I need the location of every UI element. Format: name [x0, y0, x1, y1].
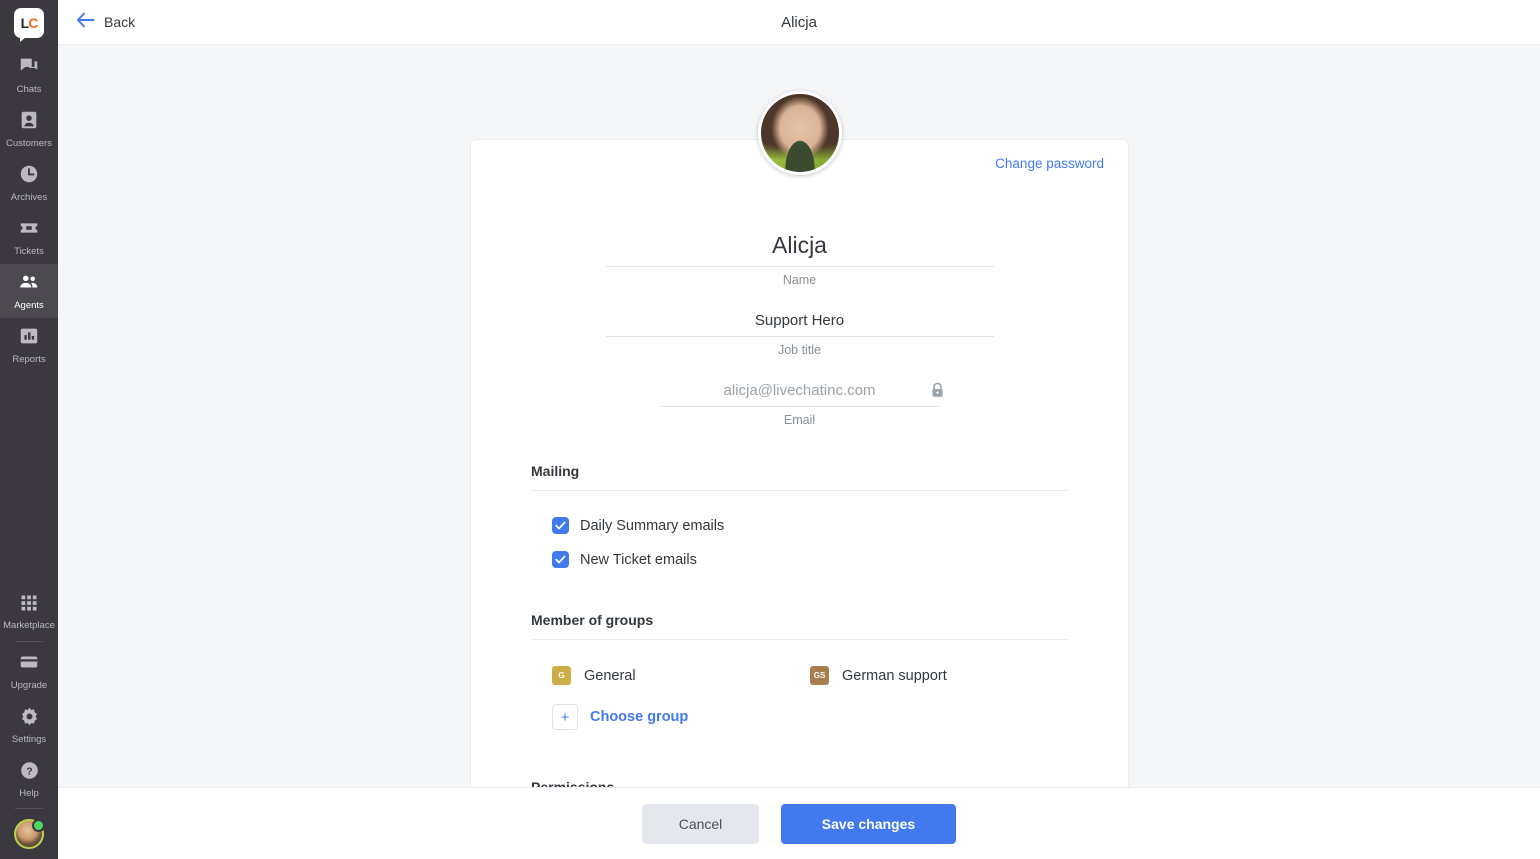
mailing-option-daily-summary[interactable]: Daily Summary emails	[552, 517, 1068, 534]
choose-group-row: + Choose group	[552, 704, 1068, 730]
sidebar: LC Chats Customers Archives Tickets Agen…	[0, 0, 58, 859]
lock-icon	[930, 382, 945, 404]
agent-avatar[interactable]	[757, 91, 842, 175]
svg-text:?: ?	[26, 765, 32, 777]
sidebar-item-chats[interactable]: Chats	[0, 48, 58, 102]
add-group-button[interactable]: +	[552, 704, 578, 730]
sidebar-label-upgrade: Upgrade	[10, 680, 48, 691]
job-title-field-label: Job title	[777, 343, 822, 357]
groups-section: Member of groups G General GS German sup…	[531, 612, 1068, 730]
mailing-section: Mailing Daily Summary emails New Ticket …	[531, 463, 1068, 568]
sidebar-item-help[interactable]: ? Help	[0, 752, 58, 806]
sidebar-item-customers[interactable]: Customers	[0, 102, 58, 156]
reports-icon	[18, 325, 40, 352]
sidebar-item-archives[interactable]: Archives	[0, 156, 58, 210]
sidebar-divider-bottom	[15, 808, 43, 809]
email-field-label: Email	[783, 413, 816, 427]
archives-icon	[18, 163, 40, 190]
help-icon: ?	[19, 760, 40, 786]
mailing-title: Mailing	[531, 463, 1068, 491]
sidebar-label-archives: Archives	[10, 192, 48, 203]
settings-icon	[19, 706, 40, 732]
sidebar-label-customers: Customers	[6, 138, 52, 149]
sidebar-item-marketplace[interactable]: Marketplace	[0, 585, 58, 639]
sidebar-item-reports[interactable]: Reports	[0, 318, 58, 372]
sidebar-item-upgrade[interactable]: Upgrade	[0, 644, 58, 698]
status-badge	[32, 819, 45, 832]
checkbox-daily-summary[interactable]	[552, 517, 569, 534]
logo-letter-l: L	[20, 15, 30, 31]
name-field-group: Name	[605, 230, 994, 287]
main-area: Back Alicja Change password Name Job tit…	[58, 0, 1540, 859]
profile-fields: Name Job title Email	[471, 140, 1128, 427]
cancel-button[interactable]: Cancel	[642, 803, 759, 844]
choose-group-link[interactable]: Choose group	[590, 709, 688, 725]
sidebar-label-agents: Agents	[14, 300, 44, 311]
chats-icon	[18, 55, 40, 82]
mailing-label-new-ticket: New Ticket emails	[580, 551, 697, 568]
name-field-label: Name	[782, 273, 817, 287]
sidebar-label-chats: Chats	[16, 84, 42, 95]
page-title: Alicja	[781, 13, 817, 31]
groups-list: G General GS German support	[552, 666, 1068, 685]
group-item-german-support[interactable]: GS German support	[810, 666, 1068, 685]
group-name-german-support: German support	[842, 667, 947, 684]
sidebar-label-help: Help	[19, 787, 39, 799]
sidebar-label-settings: Settings	[11, 733, 47, 745]
marketplace-icon	[19, 593, 39, 618]
sidebar-item-settings[interactable]: Settings	[0, 698, 58, 752]
sidebar-label-tickets: Tickets	[14, 246, 44, 257]
sidebar-item-tickets[interactable]: Tickets	[0, 210, 58, 264]
email-field-group: Email	[660, 380, 943, 427]
group-item-general[interactable]: G General	[552, 666, 810, 685]
content-scroll-area[interactable]: Change password Name Job title	[58, 45, 1540, 787]
topbar: Back Alicja	[58, 0, 1540, 45]
job-title-field-group: Job title	[605, 310, 994, 357]
mailing-option-new-ticket[interactable]: New Ticket emails	[552, 551, 1068, 568]
agent-profile-card: Change password Name Job title	[470, 91, 1129, 787]
sidebar-divider	[15, 641, 43, 642]
sidebar-label-reports: Reports	[12, 354, 46, 365]
app-root: LC Chats Customers Archives Tickets Agen…	[0, 0, 1540, 859]
name-input[interactable]	[605, 230, 994, 267]
group-badge-general: G	[552, 666, 571, 685]
sidebar-item-agents[interactable]: Agents	[0, 264, 58, 318]
back-button[interactable]: Back	[76, 12, 135, 33]
sidebar-label-marketplace: Marketplace	[3, 620, 55, 631]
change-password-link[interactable]: Change password	[995, 156, 1104, 171]
mailing-label-daily-summary: Daily Summary emails	[580, 517, 725, 534]
arrow-left-icon	[76, 12, 95, 33]
groups-title: Member of groups	[531, 612, 1068, 640]
tickets-icon	[18, 217, 40, 244]
logo-letter-c: C	[28, 15, 38, 31]
avatar[interactable]	[14, 819, 45, 849]
job-title-input[interactable]	[605, 310, 994, 337]
livechat-logo[interactable]: LC	[12, 6, 46, 42]
save-changes-button[interactable]: Save changes	[781, 803, 956, 844]
permissions-title: Permissions	[531, 779, 1068, 787]
permissions-section: Permissions	[531, 779, 1068, 787]
upgrade-icon	[18, 651, 40, 678]
agents-icon	[18, 271, 40, 298]
footer-actions: Cancel Save changes	[58, 787, 1540, 859]
email-input	[660, 380, 939, 407]
back-label: Back	[104, 14, 136, 30]
group-badge-german-support: GS	[810, 666, 829, 685]
customers-icon	[18, 109, 40, 136]
group-name-general: General	[584, 667, 636, 684]
checkbox-new-ticket[interactable]	[552, 551, 569, 568]
